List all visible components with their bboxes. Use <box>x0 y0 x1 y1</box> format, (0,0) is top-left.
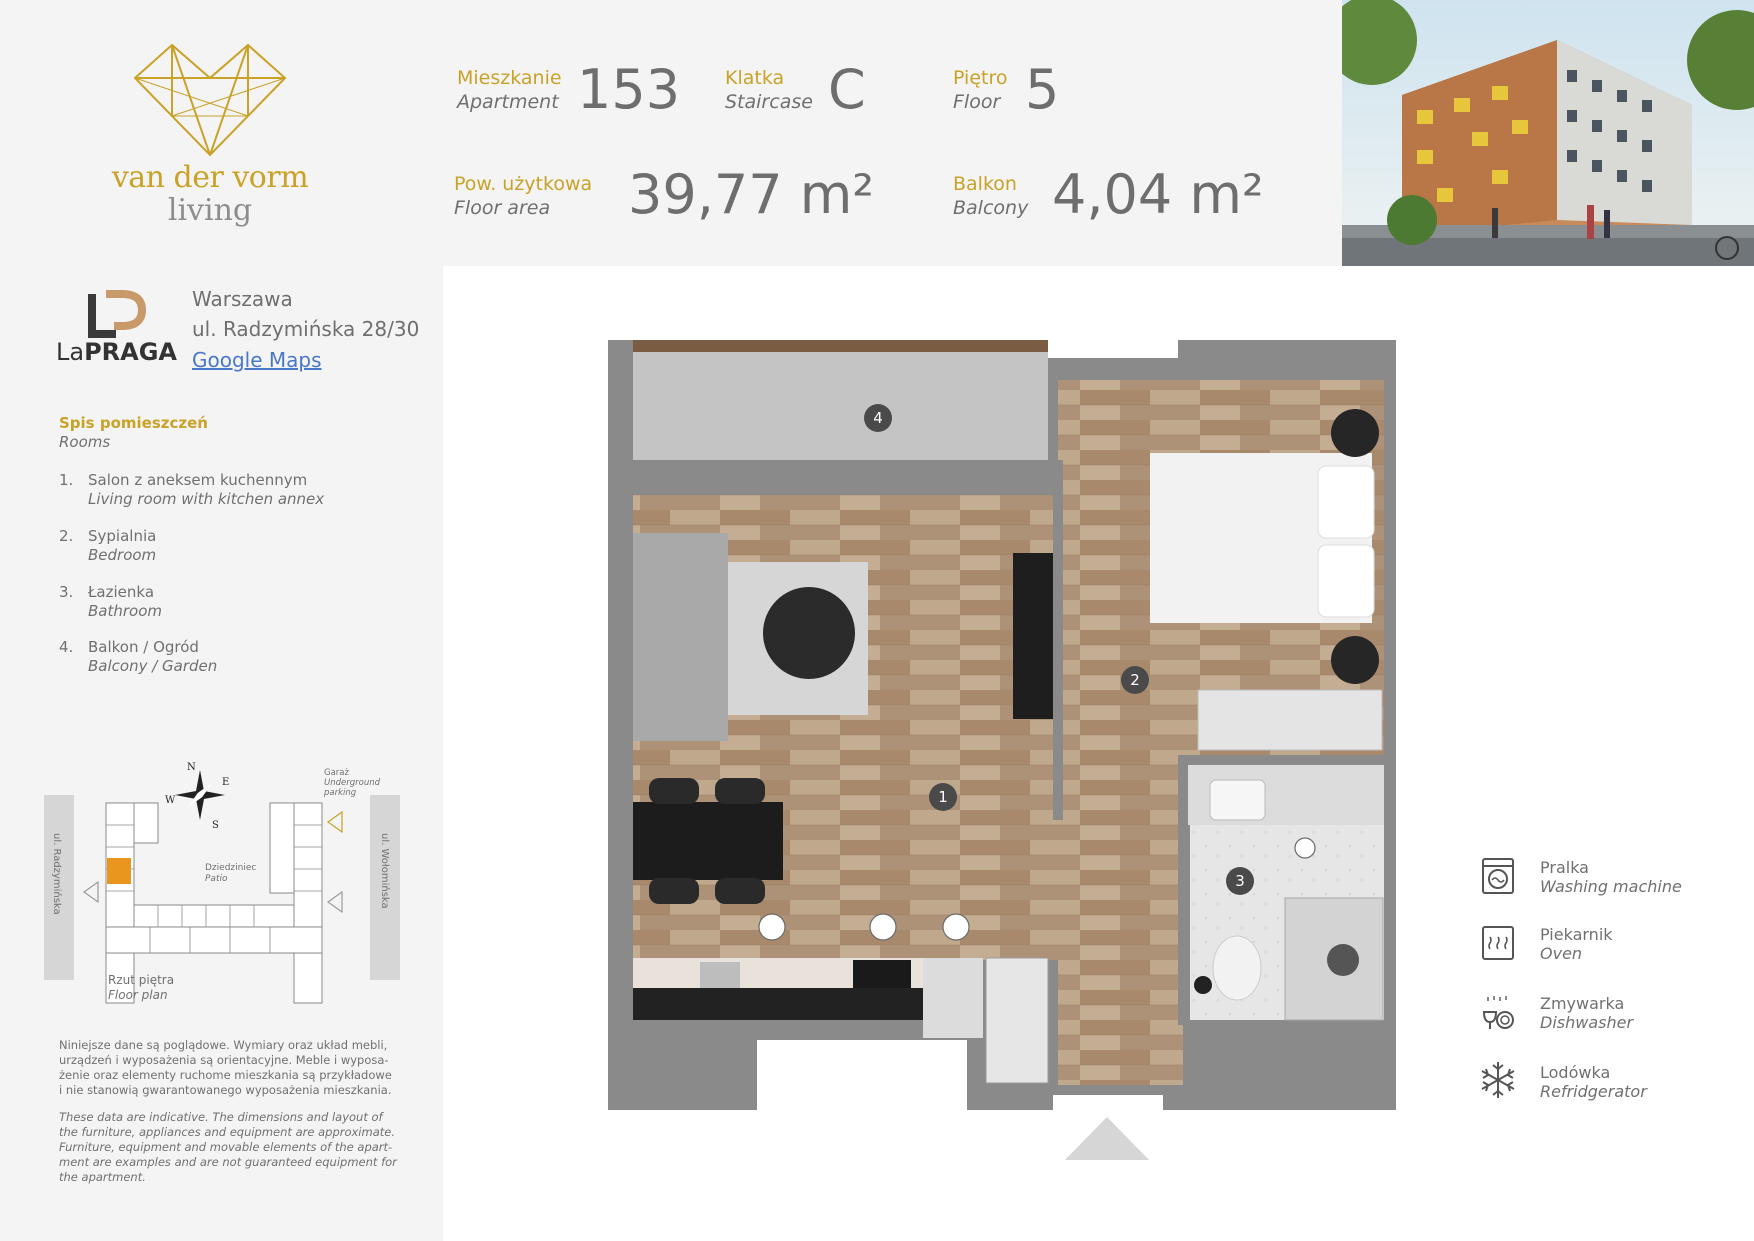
disclaimer-pl: Niniejsze dane są poglądowe. Wymiary ora… <box>59 1038 392 1097</box>
room-name-en: Bedroom <box>88 546 157 564</box>
legend-oven-en: Oven <box>1540 944 1583 963</box>
rooms-subtitle: Rooms <box>59 433 111 451</box>
apartment-floor-plan: 1 2 3 4 <box>608 340 1396 1160</box>
room-number: 3. <box>59 583 74 601</box>
siteplan-caption-pl: Rzut piętra <box>108 973 175 987</box>
apartment-label: Mieszkanie <box>457 67 562 89</box>
compass-rose-icon: N E S W <box>165 762 229 831</box>
siteplan-caption-en: Floor plan <box>108 988 168 1002</box>
apartment-sub: Apartment <box>457 91 559 113</box>
floor-value: 5 <box>1025 58 1060 121</box>
compass-s: S <box>212 820 219 831</box>
room-name-pl: Łazienka <box>88 583 155 601</box>
staircase-sub: Staircase <box>725 91 813 113</box>
address-street: ul. Radzymińska 28/30 <box>192 317 420 341</box>
legend-refrigerator-en: Refridgerator <box>1540 1082 1647 1101</box>
staircase-value: C <box>828 58 866 121</box>
legend-refrigerator-pl: Lodówka <box>1540 1063 1611 1082</box>
compass-n: N <box>187 762 196 773</box>
room-marker-2: 2 <box>1130 671 1140 689</box>
legend-dishwasher-en: Dishwasher <box>1540 1013 1634 1032</box>
room-name-en: Bathroom <box>88 602 163 620</box>
room-name-pl: Sypialnia <box>88 527 157 545</box>
floor-area-value: 39,77 m² <box>628 163 875 226</box>
patio-label-pl: Dziedziniec <box>205 863 256 873</box>
building-photo <box>1342 0 1754 266</box>
google-maps-link[interactable]: Google Maps <box>192 348 322 372</box>
patio-label-en: Patio <box>205 874 228 884</box>
room-name-en: Balcony / Garden <box>88 657 218 675</box>
staircase-label: Klatka <box>725 67 785 89</box>
floor-label: Piętro <box>953 67 1008 89</box>
apartment-highlight <box>107 858 131 884</box>
legend-dishwasher-pl: Zmywarka <box>1540 994 1625 1013</box>
floor-area-label: Pow. użytkowa <box>454 173 593 195</box>
garage-label-pl: Garaż <box>324 768 349 778</box>
garage-label-en-1: Underground <box>324 778 381 788</box>
room-name-pl: Salon z aneksem kuchennym <box>88 471 308 489</box>
room-marker-4: 4 <box>873 409 883 427</box>
compass-e: E <box>222 777 229 788</box>
apartment-number: 153 <box>577 58 681 121</box>
room-number: 4. <box>59 638 74 656</box>
lapraga-logo-text: LaPRAGA <box>56 338 177 366</box>
room-marker-1: 1 <box>938 788 948 806</box>
floor-area-sub: Floor area <box>454 197 551 219</box>
balcony-label: Balkon <box>953 173 1017 195</box>
legend-washing-machine-en: Washing machine <box>1540 877 1682 896</box>
dishwasher-icon <box>1482 996 1514 1029</box>
washing-machine-icon <box>1482 858 1514 894</box>
brand-name-line1: van der vorm <box>111 160 309 195</box>
address-city: Warszawa <box>192 287 293 311</box>
legend-washing-machine-pl: Pralka <box>1540 858 1589 877</box>
rooms-title: Spis pomieszczeń <box>59 414 208 432</box>
header-band <box>443 0 1342 266</box>
street-left-label: ul. Radzymińska <box>51 833 63 915</box>
room-marker-3: 3 <box>1235 872 1245 890</box>
street-right-label: ul. Wołomińska <box>379 833 391 909</box>
room-number: 1. <box>59 471 74 489</box>
balcony-sub: Balcony <box>953 197 1029 219</box>
oven-icon <box>1482 926 1514 960</box>
refrigerator-icon <box>1481 1062 1515 1098</box>
brand-name-line2: living <box>167 193 253 228</box>
disclaimer-en: These data are indicative. The dimension… <box>59 1110 397 1184</box>
room-name-en: Living room with kitchen annex <box>88 490 325 508</box>
garage-label-en-2: parking <box>323 788 357 798</box>
floor-sub: Floor <box>953 91 1001 113</box>
balcony-value: 4,04 m² <box>1052 163 1264 226</box>
room-name-pl: Balkon / Ogród <box>88 638 199 656</box>
legend-oven-pl: Piekarnik <box>1540 925 1613 944</box>
compass-w: W <box>165 795 176 806</box>
room-number: 2. <box>59 527 74 545</box>
site-floor-plan: ul. Radzymińska ul. Wołomińska Garaż Und… <box>44 762 400 1004</box>
